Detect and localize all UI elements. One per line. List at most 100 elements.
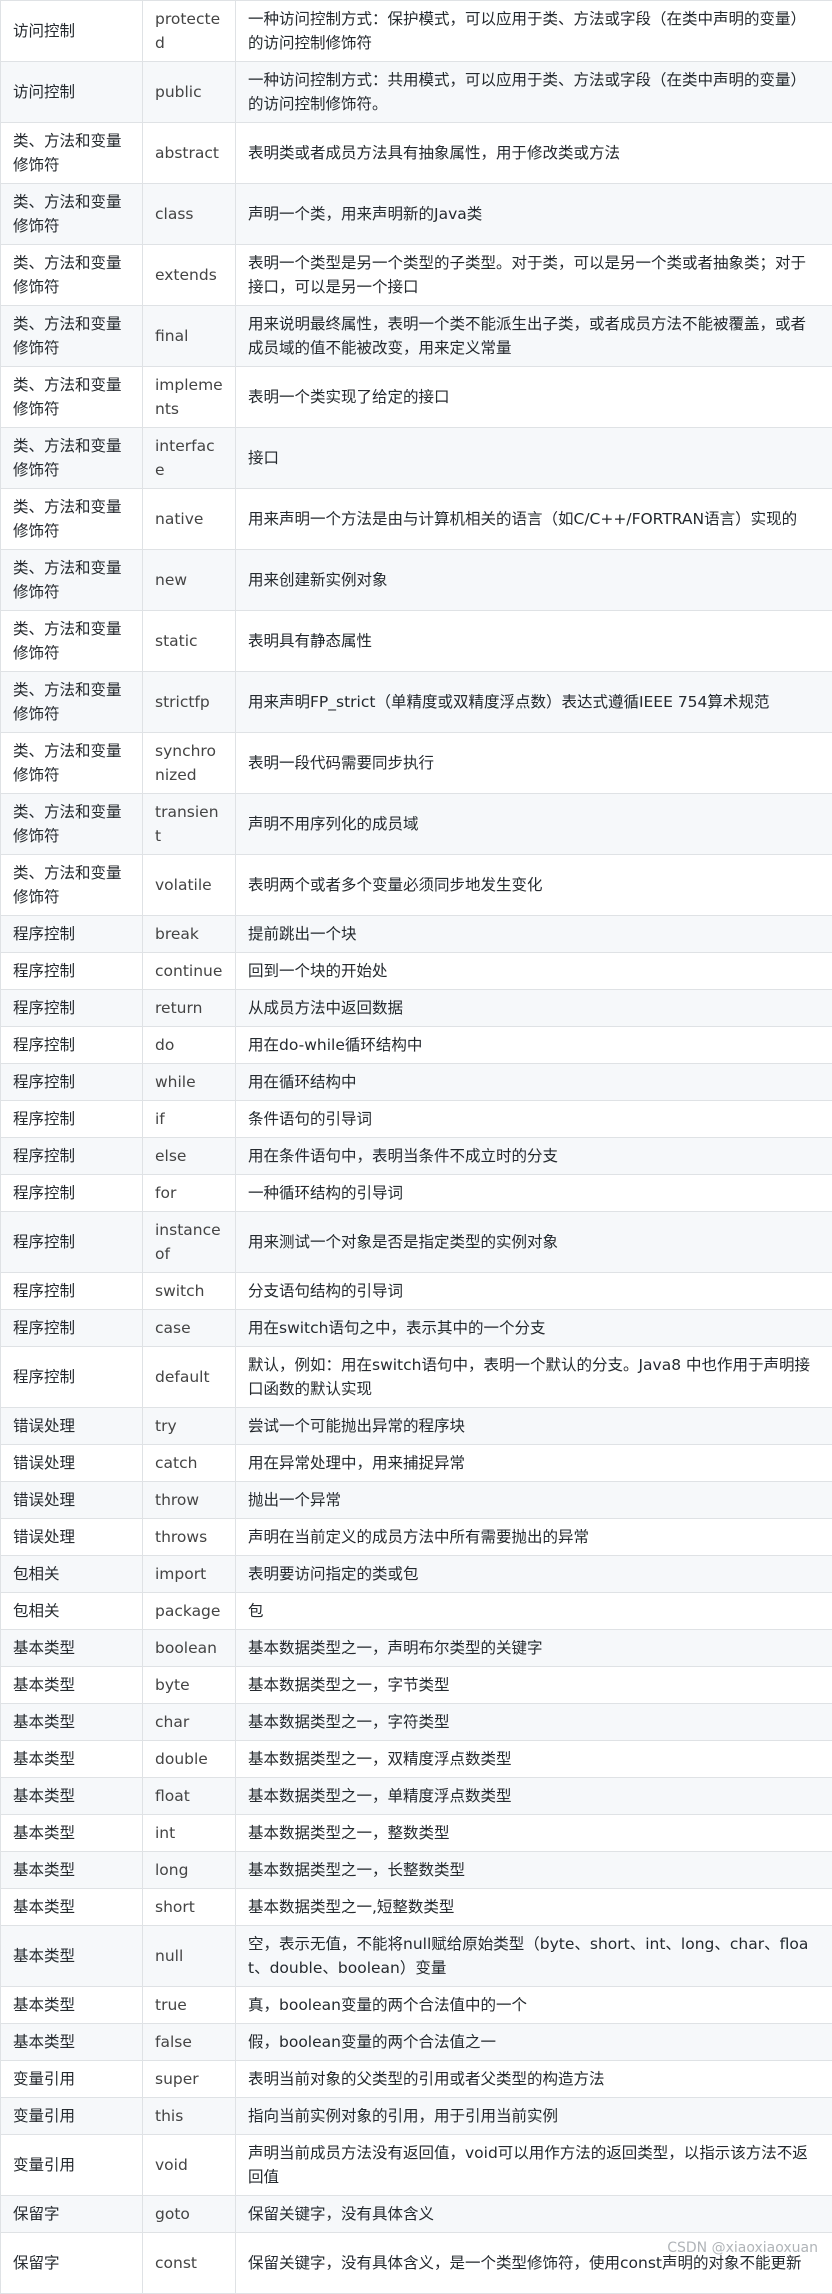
category-cell: 程序控制	[1, 953, 143, 990]
category-cell: 程序控制	[1, 1212, 143, 1273]
keyword-cell: strictfp	[143, 672, 236, 733]
table-row: 包相关package包	[1, 1593, 832, 1630]
table-row: 程序控制if条件语句的引导词	[1, 1101, 832, 1138]
description-cell: 用来创建新实例对象	[236, 550, 832, 611]
category-cell: 错误处理	[1, 1408, 143, 1445]
description-cell: 用来声明FP_strict（单精度或双精度浮点数）表达式遵循IEEE 754算术…	[236, 672, 832, 733]
table-row: 类、方法和变量修饰符abstract表明类或者成员方法具有抽象属性，用于修改类或…	[1, 123, 832, 184]
category-cell: 类、方法和变量修饰符	[1, 123, 143, 184]
keyword-cell: const	[143, 2233, 236, 2294]
category-cell: 错误处理	[1, 1482, 143, 1519]
description-cell: 回到一个块的开始处	[236, 953, 832, 990]
description-cell: 表明当前对象的父类型的引用或者父类型的构造方法	[236, 2061, 832, 2098]
keyword-cell: null	[143, 1926, 236, 1987]
category-cell: 基本类型	[1, 1778, 143, 1815]
description-cell: 基本数据类型之一，单精度浮点数类型	[236, 1778, 832, 1815]
description-cell: 表明类或者成员方法具有抽象属性，用于修改类或方法	[236, 123, 832, 184]
category-cell: 类、方法和变量修饰符	[1, 855, 143, 916]
keyword-cell: final	[143, 306, 236, 367]
table-row: 基本类型double基本数据类型之一，双精度浮点数类型	[1, 1741, 832, 1778]
category-cell: 程序控制	[1, 916, 143, 953]
description-cell: 尝试一个可能抛出异常的程序块	[236, 1408, 832, 1445]
keyword-cell: transient	[143, 794, 236, 855]
category-cell: 程序控制	[1, 990, 143, 1027]
description-cell: 默认，例如：用在switch语句中，表明一个默认的分支。Java8 中也作用于声…	[236, 1347, 832, 1408]
table-row: 类、方法和变量修饰符final用来说明最终属性，表明一个类不能派生出子类，或者成…	[1, 306, 832, 367]
table-row: 基本类型short基本数据类型之一,短整数类型	[1, 1889, 832, 1926]
table-body: 访问控制protected一种访问控制方式：保护模式，可以应用于类、方法或字段（…	[1, 1, 832, 2294]
keyword-cell: false	[143, 2024, 236, 2061]
keyword-cell: native	[143, 489, 236, 550]
description-cell: 用来测试一个对象是否是指定类型的实例对象	[236, 1212, 832, 1273]
table-row: 基本类型byte基本数据类型之一，字节类型	[1, 1667, 832, 1704]
category-cell: 类、方法和变量修饰符	[1, 550, 143, 611]
table-row: 类、方法和变量修饰符volatile表明两个或者多个变量必须同步地发生变化	[1, 855, 832, 916]
table-row: 程序控制while用在循环结构中	[1, 1064, 832, 1101]
table-row: 错误处理throw抛出一个异常	[1, 1482, 832, 1519]
keyword-cell: abstract	[143, 123, 236, 184]
watermark: CSDN @xiaoxiaoxuan	[667, 2240, 818, 2256]
table-row: 变量引用this指向当前实例对象的引用，用于引用当前实例	[1, 2098, 832, 2135]
table-row: 基本类型false假，boolean变量的两个合法值之一	[1, 2024, 832, 2061]
keyword-cell: import	[143, 1556, 236, 1593]
description-cell: 用来声明一个方法是由与计算机相关的语言（如C/C++/FORTRAN语言）实现的	[236, 489, 832, 550]
keyword-cell: goto	[143, 2196, 236, 2233]
description-cell: 一种访问控制方式：保护模式，可以应用于类、方法或字段（在类中声明的变量）的访问控…	[236, 1, 832, 62]
category-cell: 程序控制	[1, 1027, 143, 1064]
keyword-cell: protected	[143, 1, 236, 62]
keyword-cell: implements	[143, 367, 236, 428]
keyword-cell: return	[143, 990, 236, 1027]
category-cell: 错误处理	[1, 1445, 143, 1482]
description-cell: 指向当前实例对象的引用，用于引用当前实例	[236, 2098, 832, 2135]
description-cell: 基本数据类型之一,短整数类型	[236, 1889, 832, 1926]
description-cell: 分支语句结构的引导词	[236, 1273, 832, 1310]
category-cell: 程序控制	[1, 1347, 143, 1408]
keyword-cell: else	[143, 1138, 236, 1175]
category-cell: 变量引用	[1, 2098, 143, 2135]
description-cell: 提前跳出一个块	[236, 916, 832, 953]
table-row: 类、方法和变量修饰符class声明一个类，用来声明新的Java类	[1, 184, 832, 245]
keyword-cell: break	[143, 916, 236, 953]
category-cell: 基本类型	[1, 1889, 143, 1926]
keyword-cell: instanceof	[143, 1212, 236, 1273]
description-cell: 包	[236, 1593, 832, 1630]
table-row: 包相关import表明要访问指定的类或包	[1, 1556, 832, 1593]
table-row: 类、方法和变量修饰符extends表明一个类型是另一个类型的子类型。对于类，可以…	[1, 245, 832, 306]
description-cell: 表明一个类实现了给定的接口	[236, 367, 832, 428]
category-cell: 基本类型	[1, 1630, 143, 1667]
table-row: 访问控制protected一种访问控制方式：保护模式，可以应用于类、方法或字段（…	[1, 1, 832, 62]
keyword-cell: this	[143, 2098, 236, 2135]
table-row: 访问控制public一种访问控制方式：共用模式，可以应用于类、方法或字段（在类中…	[1, 62, 832, 123]
category-cell: 类、方法和变量修饰符	[1, 672, 143, 733]
keyword-cell: switch	[143, 1273, 236, 1310]
table-row: 错误处理try尝试一个可能抛出异常的程序块	[1, 1408, 832, 1445]
keyword-cell: void	[143, 2135, 236, 2196]
keyword-cell: short	[143, 1889, 236, 1926]
category-cell: 保留字	[1, 2196, 143, 2233]
table-row: 基本类型long基本数据类型之一，长整数类型	[1, 1852, 832, 1889]
category-cell: 基本类型	[1, 2024, 143, 2061]
description-cell: 表明具有静态属性	[236, 611, 832, 672]
description-cell: 保留关键字，没有具体含义	[236, 2196, 832, 2233]
keyword-cell: throws	[143, 1519, 236, 1556]
table-row: 程序控制do用在do-while循环结构中	[1, 1027, 832, 1064]
category-cell: 基本类型	[1, 1815, 143, 1852]
table-row: 基本类型null空，表示无值，不能将null赋给原始类型（byte、short、…	[1, 1926, 832, 1987]
description-cell: 基本数据类型之一，字符类型	[236, 1704, 832, 1741]
table-row: 类、方法和变量修饰符interface接口	[1, 428, 832, 489]
table-row: 类、方法和变量修饰符transient声明不用序列化的成员域	[1, 794, 832, 855]
table-row: 基本类型int基本数据类型之一，整数类型	[1, 1815, 832, 1852]
description-cell: 一种循环结构的引导词	[236, 1175, 832, 1212]
description-cell: 基本数据类型之一，声明布尔类型的关键字	[236, 1630, 832, 1667]
keyword-cell: interface	[143, 428, 236, 489]
description-cell: 用在do-while循环结构中	[236, 1027, 832, 1064]
keyword-cell: if	[143, 1101, 236, 1138]
category-cell: 基本类型	[1, 1704, 143, 1741]
keyword-cell: do	[143, 1027, 236, 1064]
table-row: 程序控制return从成员方法中返回数据	[1, 990, 832, 1027]
description-cell: 条件语句的引导词	[236, 1101, 832, 1138]
category-cell: 类、方法和变量修饰符	[1, 611, 143, 672]
category-cell: 变量引用	[1, 2061, 143, 2098]
keyword-cell: public	[143, 62, 236, 123]
table-row: 基本类型true真，boolean变量的两个合法值中的一个	[1, 1987, 832, 2024]
